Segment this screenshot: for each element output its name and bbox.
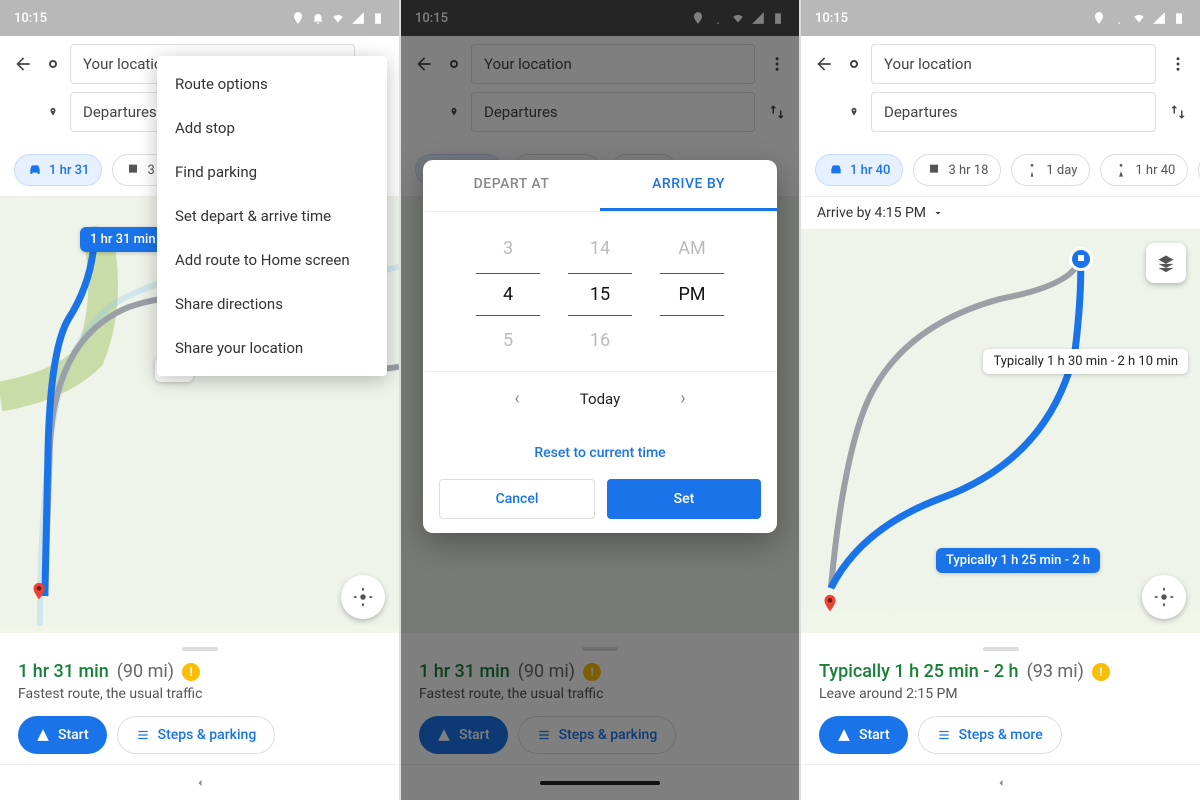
transit-stop-icon xyxy=(1069,247,1093,271)
origin-field[interactable]: Your location xyxy=(871,44,1156,84)
layers-button[interactable] xyxy=(1146,243,1186,283)
route-distance: (90 mi) xyxy=(117,661,174,682)
android-navbar xyxy=(801,764,1200,800)
hour-value[interactable]: 4 xyxy=(476,273,540,316)
ampm-value[interactable]: PM xyxy=(660,273,724,316)
screen-3: 10:15 Your location Departures xyxy=(800,0,1200,800)
location-icon xyxy=(1092,11,1106,25)
start-button[interactable]: Start xyxy=(819,716,908,754)
battery-icon xyxy=(1172,11,1186,25)
warning-icon: ! xyxy=(182,663,200,681)
destination-marker-icon xyxy=(28,577,50,607)
menu-add-home[interactable]: Add route to Home screen xyxy=(157,238,387,282)
menu-share-directions[interactable]: Share directions xyxy=(157,282,387,326)
map[interactable]: Typically 1 h 30 min - 2 h 10 min Typica… xyxy=(801,229,1200,633)
mode-chips: 1 hr 40 3 hr 18 1 day 1 hr 40 8 h xyxy=(801,146,1200,197)
location-icon xyxy=(291,11,305,25)
route-sheet: Typically 1 h 25 min - 2 h (93 mi) ! Lea… xyxy=(801,633,1200,764)
destination-pin-icon xyxy=(48,105,58,119)
set-button[interactable]: Set xyxy=(607,479,761,519)
chip-walk[interactable]: 1 day xyxy=(1011,154,1090,186)
back-button[interactable] xyxy=(10,54,36,74)
chip-accessible[interactable]: 1 hr 40 xyxy=(1100,154,1188,186)
arrive-by-selector[interactable]: Arrive by 4:15 PM xyxy=(801,197,1200,229)
battery-icon xyxy=(371,11,385,25)
route-duration: 1 hr 31 min xyxy=(18,661,109,682)
time-picker[interactable]: 3 4 5 14 15 16 AM PM xyxy=(423,212,777,371)
date-prev-button[interactable]: ‹ xyxy=(504,384,529,413)
back-button[interactable] xyxy=(811,54,837,74)
destination-field[interactable]: Departures xyxy=(871,92,1156,132)
date-next-button[interactable]: › xyxy=(670,384,695,413)
chevron-down-icon xyxy=(932,207,944,219)
directions-header: Your location Departures xyxy=(801,36,1200,146)
status-icons xyxy=(291,11,385,25)
minute-value[interactable]: 15 xyxy=(568,273,632,316)
overflow-menu: Route options Add stop Find parking Set … xyxy=(157,56,387,376)
wifi-icon xyxy=(1132,11,1146,25)
time-dialog: DEPART AT ARRIVE BY 3 4 5 14 15 16 AM PM… xyxy=(423,160,777,533)
more-button[interactable] xyxy=(1166,55,1190,73)
status-time: 10:15 xyxy=(815,11,848,26)
wifi-icon xyxy=(331,11,345,25)
destination-pin-icon xyxy=(849,105,859,119)
android-navbar xyxy=(0,764,399,800)
sheet-handle[interactable] xyxy=(182,647,218,651)
chip-driving[interactable]: 1 hr 31 xyxy=(14,154,102,186)
chip-driving[interactable]: 1 hr 40 xyxy=(815,154,903,186)
route-distance: (93 mi) xyxy=(1027,661,1084,682)
tab-depart[interactable]: DEPART AT xyxy=(423,160,600,211)
date-label: Today xyxy=(580,390,620,408)
route-time-badge: 1 hr 31 min xyxy=(80,227,166,252)
status-bar: 10:15 xyxy=(0,0,399,36)
status-icons xyxy=(1092,11,1186,25)
status-time: 10:15 xyxy=(14,11,47,26)
tab-arrive[interactable]: ARRIVE BY xyxy=(600,160,777,211)
signal-icon xyxy=(351,11,365,25)
start-button[interactable]: Start xyxy=(18,716,107,754)
bell-off-icon xyxy=(1112,11,1126,25)
steps-button[interactable]: Steps & more xyxy=(918,716,1062,754)
menu-find-parking[interactable]: Find parking xyxy=(157,150,387,194)
swap-button[interactable] xyxy=(1166,103,1190,121)
steps-button[interactable]: Steps & parking xyxy=(117,716,276,754)
origin-dot-icon xyxy=(49,60,57,68)
alt-route-label: Typically 1 h 30 min - 2 h 10 min xyxy=(983,349,1188,374)
screen-1: 10:15 Your location Departures xyxy=(0,0,400,800)
destination-field-text: Departures xyxy=(83,103,157,121)
menu-set-time[interactable]: Set depart & arrive time xyxy=(157,194,387,238)
menu-add-stop[interactable]: Add stop xyxy=(157,106,387,150)
signal-icon xyxy=(1152,11,1166,25)
warning-icon: ! xyxy=(1092,663,1110,681)
sheet-handle[interactable] xyxy=(983,647,1019,651)
locate-button[interactable] xyxy=(341,575,385,619)
cancel-button[interactable]: Cancel xyxy=(439,479,595,519)
route-subtitle: Fastest route, the usual traffic xyxy=(18,686,381,702)
route-sheet: 1 hr 31 min (90 mi) ! Fastest route, the… xyxy=(0,633,399,764)
origin-dot-icon xyxy=(850,60,858,68)
destination-marker-icon xyxy=(819,589,841,619)
bell-off-icon xyxy=(311,11,325,25)
status-bar: 10:15 xyxy=(801,0,1200,36)
route-subtitle: Leave around 2:15 PM xyxy=(819,686,1182,702)
menu-share-location[interactable]: Share your location xyxy=(157,326,387,370)
screen-2: 10:15 Your location Departures xyxy=(400,0,800,800)
locate-button[interactable] xyxy=(1142,575,1186,619)
reset-time-button[interactable]: Reset to current time xyxy=(423,425,777,479)
chip-transit[interactable]: 3 hr 18 xyxy=(913,154,1001,186)
route-duration: Typically 1 h 25 min - 2 h xyxy=(819,661,1019,682)
menu-route-options[interactable]: Route options xyxy=(157,62,387,106)
primary-route-label: Typically 1 h 25 min - 2 h xyxy=(936,548,1100,573)
